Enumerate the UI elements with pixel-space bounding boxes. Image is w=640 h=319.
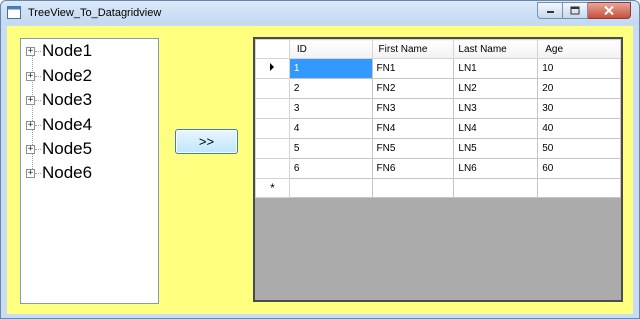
- tree-node[interactable]: + Node4: [26, 114, 92, 136]
- column-header-last-name[interactable]: Last Name: [453, 39, 539, 59]
- grid-cell[interactable]: FN5: [371, 138, 455, 159]
- minimize-icon: [546, 11, 554, 13]
- grid-cell[interactable]: 30: [537, 98, 621, 119]
- tree-node[interactable]: + Node6: [26, 162, 92, 184]
- tree-branch-line: [35, 99, 41, 101]
- new-row-icon: *: [270, 181, 275, 195]
- data-grid-view[interactable]: ID First Name Last Name Age 1 FN1 LN1 10: [253, 37, 623, 302]
- expand-icon[interactable]: +: [26, 95, 35, 105]
- row-header[interactable]: [255, 158, 290, 179]
- app-icon: [7, 6, 21, 19]
- expand-icon[interactable]: +: [26, 144, 35, 154]
- expand-icon[interactable]: +: [26, 120, 35, 130]
- table-row[interactable]: 1 FN1 LN1 10: [255, 58, 621, 79]
- row-header[interactable]: [255, 58, 290, 79]
- transfer-button[interactable]: >>: [175, 129, 238, 154]
- grid-cell[interactable]: LN6: [453, 158, 539, 179]
- tree-node-label[interactable]: Node6: [42, 163, 92, 183]
- column-header-id[interactable]: ID: [288, 39, 373, 59]
- grid-cell[interactable]: FN1: [371, 58, 455, 79]
- column-header-age[interactable]: Age: [537, 39, 621, 59]
- grid-table: ID First Name Last Name Age 1 FN1 LN1 10: [255, 39, 621, 198]
- grid-cell[interactable]: 40: [537, 118, 621, 139]
- grid-cell[interactable]: 10: [537, 58, 621, 79]
- minimize-button[interactable]: [537, 2, 563, 19]
- grid-corner-header[interactable]: [255, 39, 290, 59]
- tree-node-label[interactable]: Node4: [42, 115, 92, 135]
- grid-cell[interactable]: FN4: [371, 118, 455, 139]
- row-header[interactable]: [255, 98, 290, 119]
- grid-cell[interactable]: 20: [537, 78, 621, 99]
- grid-cell[interactable]: 3: [288, 98, 373, 119]
- grid-cell[interactable]: [371, 178, 455, 198]
- grid-header-row: ID First Name Last Name Age: [255, 39, 621, 59]
- tree-node[interactable]: + Node2: [26, 65, 92, 87]
- grid-cell[interactable]: 1: [288, 58, 373, 79]
- grid-cell[interactable]: LN5: [453, 138, 539, 159]
- tree-node-label[interactable]: Node3: [42, 90, 92, 110]
- grid-cell[interactable]: LN2: [453, 78, 539, 99]
- grid-cell[interactable]: 50: [537, 138, 621, 159]
- expand-icon[interactable]: +: [26, 168, 35, 178]
- row-header[interactable]: [255, 78, 290, 99]
- title-bar[interactable]: TreeView_To_Datagridview: [1, 1, 639, 25]
- close-button[interactable]: [588, 2, 631, 19]
- grid-cell[interactable]: FN6: [371, 158, 455, 179]
- grid-cell[interactable]: LN1: [453, 58, 539, 79]
- table-row[interactable]: 2 FN2 LN2 20: [255, 78, 621, 99]
- grid-cell[interactable]: LN3: [453, 98, 539, 119]
- grid-cell[interactable]: FN3: [371, 98, 455, 119]
- tree-node[interactable]: + Node1: [26, 40, 92, 62]
- tree-branch-line: [35, 148, 41, 150]
- triangle-right-icon: [270, 63, 275, 71]
- table-row[interactable]: 5 FN5 LN5 50: [255, 138, 621, 159]
- grid-cell[interactable]: 4: [288, 118, 373, 139]
- tree-node-label[interactable]: Node2: [42, 66, 92, 86]
- grid-cell[interactable]: FN2: [371, 78, 455, 99]
- grid-cell[interactable]: 5: [288, 138, 373, 159]
- table-row[interactable]: 6 FN6 LN6 60: [255, 158, 621, 179]
- table-row[interactable]: 3 FN3 LN3 30: [255, 98, 621, 119]
- grid-cell[interactable]: [537, 178, 621, 198]
- tree-view[interactable]: + Node1 + Node2 + Node3 + Node4 + Node5 …: [20, 38, 159, 304]
- new-row[interactable]: *: [255, 178, 621, 198]
- grid-cell[interactable]: 6: [288, 158, 373, 179]
- row-header[interactable]: *: [255, 178, 290, 198]
- tree-branch-line: [35, 172, 41, 174]
- form-client-area: + Node1 + Node2 + Node3 + Node4 + Node5 …: [7, 26, 633, 314]
- expand-icon[interactable]: +: [26, 71, 35, 81]
- row-header[interactable]: [255, 118, 290, 139]
- expand-icon[interactable]: +: [26, 46, 35, 56]
- column-header-first-name[interactable]: First Name: [371, 39, 455, 59]
- app-window: TreeView_To_Datagridview + Node1 + Node2…: [0, 0, 640, 319]
- close-icon: [604, 6, 614, 15]
- tree-node[interactable]: + Node5: [26, 138, 92, 160]
- table-row[interactable]: 4 FN4 LN4 40: [255, 118, 621, 139]
- window-title: TreeView_To_Datagridview: [28, 7, 162, 19]
- maximize-icon: [570, 6, 580, 15]
- tree-branch-line: [35, 50, 41, 52]
- tree-node[interactable]: + Node3: [26, 89, 92, 111]
- grid-cell[interactable]: [453, 178, 539, 198]
- grid-cell[interactable]: [288, 178, 373, 198]
- tree-node-label[interactable]: Node5: [42, 139, 92, 159]
- maximize-button[interactable]: [563, 2, 588, 19]
- tree-node-label[interactable]: Node1: [42, 41, 92, 61]
- window-controls: [537, 2, 631, 20]
- grid-cell[interactable]: 60: [537, 158, 621, 179]
- tree-branch-line: [35, 75, 41, 77]
- row-header[interactable]: [255, 138, 290, 159]
- tree-branch-line: [35, 124, 41, 126]
- grid-cell[interactable]: 2: [288, 78, 373, 99]
- grid-cell[interactable]: LN4: [453, 118, 539, 139]
